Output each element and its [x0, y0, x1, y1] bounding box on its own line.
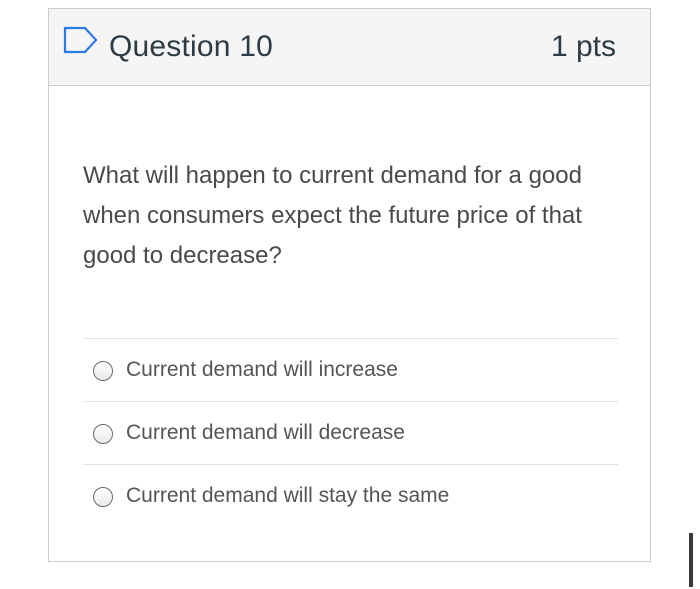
radio-button[interactable] [93, 361, 113, 381]
answer-option[interactable]: Current demand will decrease [83, 402, 618, 465]
points-label: 1 pts [550, 30, 616, 63]
flag-outline-icon[interactable] [63, 26, 99, 54]
answer-option[interactable]: Current demand will increase [83, 339, 618, 402]
question-text: What will happen to current demand for a… [83, 162, 582, 269]
radio-button[interactable] [93, 424, 113, 444]
answer-label: Current demand will increase [126, 358, 398, 381]
question-header: Question 10 1 pts [49, 9, 650, 86]
radio-button[interactable] [93, 487, 113, 507]
answer-label: Current demand will stay the same [126, 484, 450, 507]
question-card: Question 10 1 pts What will happen to cu… [48, 8, 651, 562]
answer-list: Current demand will increase Current dem… [83, 338, 618, 528]
answer-option[interactable]: Current demand will stay the same [83, 465, 618, 528]
scrollbar[interactable] [689, 533, 693, 587]
answer-label: Current demand will decrease [126, 421, 405, 444]
question-title: Question 10 [109, 30, 273, 63]
